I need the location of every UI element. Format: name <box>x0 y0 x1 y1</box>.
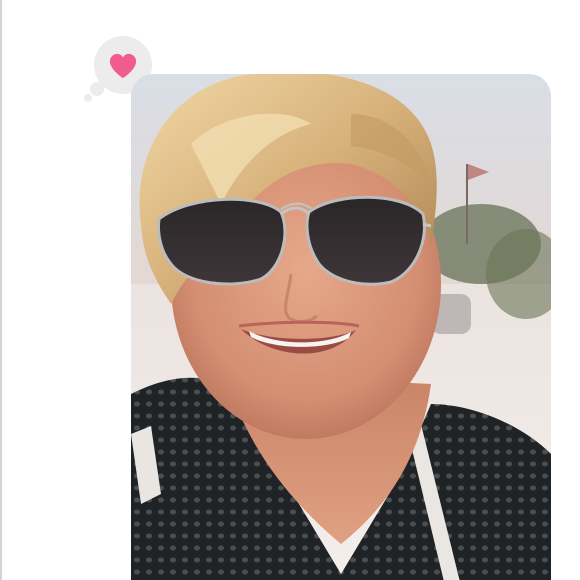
chat-screen: · · · · · · · <box>0 0 580 580</box>
left-divider <box>0 0 2 580</box>
thought-dot-small <box>84 94 92 102</box>
heart-icon <box>109 53 137 79</box>
selfie-photo <box>131 74 551 580</box>
clipped-header-text: · · · · · · · <box>132 0 226 12</box>
message-photo[interactable] <box>131 74 551 580</box>
